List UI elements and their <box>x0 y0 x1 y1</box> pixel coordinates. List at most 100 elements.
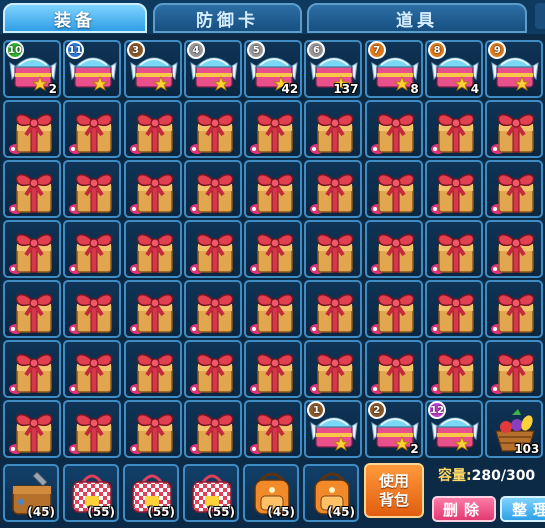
inventory-slot[interactable] <box>123 160 182 218</box>
inventory-slot[interactable] <box>123 220 182 278</box>
level-badge: 10 <box>6 41 24 59</box>
inventory-slot[interactable]: 12 <box>425 400 484 458</box>
item-quantity: 137 <box>333 82 359 96</box>
tab-items[interactable]: 道具 <box>307 3 527 33</box>
level-badge: 12 <box>428 401 447 419</box>
inventory-slot[interactable] <box>3 160 61 218</box>
inventory-slot[interactable] <box>364 100 423 158</box>
inventory-slot[interactable]: 9 <box>485 40 544 98</box>
equipped-bag-slot[interactable]: (55) <box>123 464 179 522</box>
bag-level: (55) <box>87 505 115 519</box>
inventory-slot[interactable]: 22 <box>364 400 423 458</box>
tab-defense-card[interactable]: 防御卡 <box>153 3 302 33</box>
inventory-slot[interactable]: 1 <box>304 400 363 458</box>
equipped-bag-slot[interactable]: (45) <box>3 464 59 522</box>
level-badge: 7 <box>367 41 386 59</box>
inventory-slot[interactable] <box>3 340 61 398</box>
inventory-slot[interactable] <box>485 340 544 398</box>
inventory-slot[interactable] <box>304 280 363 338</box>
use-backpack-button[interactable]: 使用 背包 <box>364 463 424 518</box>
tab-bar: 装备 防御卡 道具 <box>0 0 545 34</box>
inventory-slot[interactable] <box>485 160 544 218</box>
inventory-slot[interactable]: 5 42 <box>244 40 303 98</box>
inventory-slot[interactable] <box>244 340 303 398</box>
inventory-slot[interactable] <box>183 280 242 338</box>
inventory-slot[interactable] <box>304 100 363 158</box>
inventory-slot[interactable] <box>63 100 122 158</box>
inventory-slot[interactable]: 10 2 <box>3 40 61 98</box>
inventory-slot[interactable] <box>63 340 122 398</box>
capacity-readout: 容量:280/300 <box>438 465 535 485</box>
equipped-bag-slot[interactable]: (55) <box>63 464 119 522</box>
inventory-slot[interactable]: 11 <box>63 40 122 98</box>
inventory-slot[interactable] <box>425 220 484 278</box>
inventory-slot[interactable] <box>123 400 182 458</box>
inventory-slot[interactable] <box>425 100 484 158</box>
inventory-slot[interactable] <box>244 400 303 458</box>
item-quantity: 4 <box>470 82 480 96</box>
inventory-slot[interactable] <box>364 160 423 218</box>
inventory-slot[interactable] <box>183 340 242 398</box>
panel-edge <box>535 3 545 29</box>
inventory-slot[interactable] <box>63 280 122 338</box>
use-button-line1: 使用 <box>378 471 409 490</box>
inventory-slot[interactable] <box>485 220 544 278</box>
item-quantity: 2 <box>410 442 419 456</box>
inventory-slot[interactable] <box>63 400 122 458</box>
level-badge: 4 <box>186 41 205 59</box>
inventory-slot[interactable] <box>364 340 423 398</box>
inventory-slot[interactable]: 78 <box>364 40 423 98</box>
inventory-slot[interactable]: 84 <box>425 40 484 98</box>
inventory-slot[interactable] <box>304 340 363 398</box>
inventory-slot[interactable] <box>183 160 242 218</box>
equipped-bag-slot[interactable]: (45) <box>243 464 299 522</box>
inventory-slot[interactable]: 4 <box>183 40 242 98</box>
inventory-slot[interactable] <box>425 280 484 338</box>
inventory-slot[interactable] <box>3 220 61 278</box>
inventory-slot[interactable] <box>63 220 122 278</box>
item-quantity: 8 <box>410 82 419 96</box>
sort-button[interactable]: 整理 <box>500 496 545 522</box>
inventory-grid: 10 2 11 3 4 5 42 6 137 7 8 8 4 9 1 2 2 12 103 <box>3 40 545 460</box>
inventory-slot[interactable] <box>123 340 182 398</box>
item-quantity: 2 <box>48 82 57 96</box>
inventory-slot[interactable] <box>425 160 484 218</box>
inventory-slot[interactable] <box>244 160 303 218</box>
capacity-value: 280/300 <box>471 468 536 484</box>
inventory-slot[interactable] <box>425 340 484 398</box>
inventory-slot[interactable] <box>123 280 182 338</box>
level-badge: 2 <box>367 401 386 419</box>
bag-level: (45) <box>27 505 55 519</box>
inventory-slot[interactable] <box>3 400 61 458</box>
inventory-slot[interactable] <box>364 220 423 278</box>
capacity-label: 容量: <box>438 468 472 484</box>
tab-equipment[interactable]: 装备 <box>3 3 147 33</box>
bag-level: (45) <box>267 505 295 519</box>
inventory-slot[interactable] <box>304 220 363 278</box>
inventory-slot[interactable] <box>485 280 544 338</box>
bag-level: (45) <box>327 505 355 519</box>
inventory-slot[interactable] <box>3 100 61 158</box>
inventory-slot[interactable] <box>183 100 242 158</box>
inventory-slot[interactable] <box>183 220 242 278</box>
item-quantity: 103 <box>514 442 540 456</box>
item-quantity: 42 <box>281 82 299 96</box>
equipped-bag-slot[interactable]: (45) <box>303 464 359 522</box>
inventory-slot[interactable] <box>244 220 303 278</box>
inventory-slot[interactable] <box>364 280 423 338</box>
equipped-bag-slot[interactable]: (55) <box>183 464 239 522</box>
inventory-slot[interactable] <box>63 160 122 218</box>
inventory-slot[interactable]: 3 <box>123 40 182 98</box>
delete-button[interactable]: 删除 <box>432 496 496 522</box>
inventory-slot[interactable] <box>244 100 303 158</box>
bag-level: (55) <box>207 505 235 519</box>
inventory-slot[interactable]: 103 <box>485 400 544 458</box>
inventory-slot[interactable]: 6 137 <box>304 40 363 98</box>
inventory-slot[interactable] <box>304 160 363 218</box>
inventory-slot[interactable] <box>3 280 61 338</box>
inventory-slot[interactable] <box>244 280 303 338</box>
inventory-slot[interactable] <box>183 400 242 458</box>
bag-level: (55) <box>147 505 175 519</box>
inventory-slot[interactable] <box>485 100 544 158</box>
inventory-slot[interactable] <box>123 100 182 158</box>
